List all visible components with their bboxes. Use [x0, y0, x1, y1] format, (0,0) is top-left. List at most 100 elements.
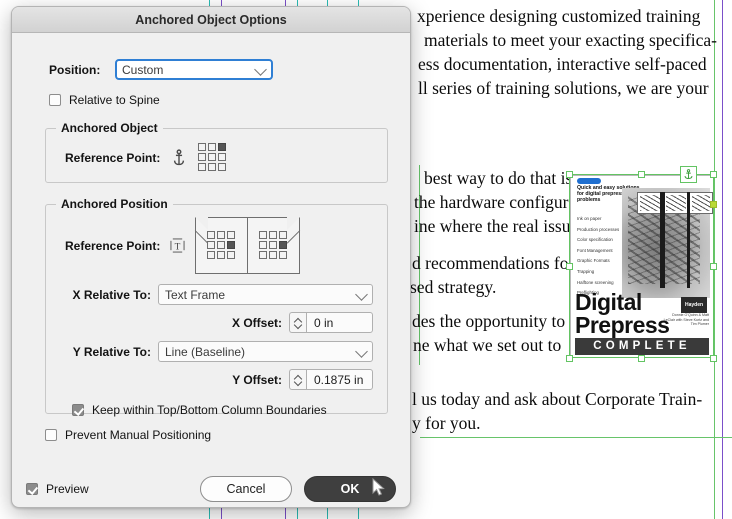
anchor-marker-icon[interactable]: [680, 166, 697, 183]
svg-text:T: T: [175, 242, 181, 252]
keep-within-checkbox[interactable]: [72, 404, 84, 416]
proxy-cell-bottom-center[interactable]: [268, 251, 277, 259]
proxy-page-left[interactable]: [194, 216, 249, 274]
cancel-button[interactable]: Cancel: [200, 476, 292, 502]
cover-strip: [660, 192, 665, 288]
x-relative-to-select[interactable]: Text Frame: [158, 284, 373, 305]
proxy-cell-middle-left[interactable]: [198, 153, 207, 161]
document-line: ess documentation, interactive self-pace…: [418, 54, 707, 74]
x-offset-input[interactable]: 0 in: [306, 312, 373, 333]
anchor-icon: [172, 148, 186, 167]
prevent-manual-row[interactable]: Prevent Manual Positioning: [45, 428, 396, 442]
relative-to-spine-label: Relative to Spine: [69, 93, 160, 107]
proxy-cell-bottom-left[interactable]: [198, 163, 207, 171]
anchored-position-reference-point-label: Reference Point:: [65, 238, 161, 253]
anchored-position-spread-proxy[interactable]: [194, 216, 301, 274]
dialog-footer: Preview Cancel OK: [26, 476, 396, 502]
book-cover-image[interactable]: Quick and easy solutions for digital pre…: [570, 175, 714, 358]
proxy-cell-top-left[interactable]: [207, 231, 216, 239]
stepper-down-icon[interactable]: [295, 381, 302, 385]
y-relative-to-row: Y Relative To: Line (Baseline): [46, 341, 387, 362]
proxy-cell-middle-center[interactable]: [268, 241, 277, 249]
y-offset-label: Y Offset:: [232, 372, 282, 387]
left-page-proxy-grid[interactable]: [207, 231, 236, 260]
anchored-image-frame[interactable]: Quick and easy solutions for digital pre…: [566, 166, 717, 362]
proxy-cell-top-right[interactable]: [278, 231, 287, 239]
anchored-object-reference-point-label: Reference Point:: [65, 150, 161, 165]
stepper-down-icon[interactable]: [295, 324, 302, 328]
x-relative-to-value: Text Frame: [165, 287, 226, 302]
proxy-cell-top-center[interactable]: [208, 143, 217, 151]
preview-row[interactable]: Preview: [26, 482, 89, 496]
selection-handle-bottom-right[interactable]: [710, 355, 717, 362]
selection-handle-bottom-center[interactable]: [638, 355, 645, 362]
relative-to-spine-checkbox[interactable]: [49, 94, 61, 106]
keep-within-row[interactable]: Keep within Top/Bottom Column Boundaries: [72, 403, 387, 417]
x-offset-stepper[interactable]: [289, 312, 306, 333]
anchored-object-proxy-grid[interactable]: [198, 143, 227, 172]
y-relative-to-value: Line (Baseline): [165, 344, 246, 359]
selection-handle-top-right[interactable]: [710, 171, 717, 178]
proxy-cell-bottom-center[interactable]: [217, 251, 226, 259]
relative-to-spine-row[interactable]: Relative to Spine: [49, 93, 396, 107]
proxy-cell-bottom-center[interactable]: [208, 163, 217, 171]
selection-handle-top-left[interactable]: [566, 171, 573, 178]
position-select[interactable]: Custom: [115, 59, 273, 80]
proxy-cell-top-right[interactable]: [218, 143, 227, 151]
y-relative-to-select[interactable]: Line (Baseline): [158, 341, 373, 362]
preview-checkbox[interactable]: [26, 483, 38, 495]
selection-handle-middle-right-lower[interactable]: [710, 263, 717, 270]
selection-handle-bottom-left[interactable]: [566, 355, 573, 362]
anchored-object-group: Anchored Object Reference Point:: [45, 121, 388, 183]
proxy-cell-top-center[interactable]: [217, 231, 226, 239]
proxy-cell-middle-center[interactable]: [217, 241, 226, 249]
proxy-cell-bottom-right[interactable]: [278, 251, 287, 259]
proxy-cell-middle-left[interactable]: [207, 241, 216, 249]
dialog-action-buttons: Cancel OK: [200, 476, 396, 502]
dialog-title-bar[interactable]: Anchored Object Options: [12, 7, 410, 33]
proxy-cell-top-right[interactable]: [227, 231, 236, 239]
y-offset-stepper[interactable]: [289, 369, 306, 390]
ok-button[interactable]: OK: [304, 476, 396, 502]
document-line: ne what we set out to: [413, 335, 562, 355]
proxy-cell-middle-right[interactable]: [218, 153, 227, 161]
proxy-cell-bottom-left[interactable]: [258, 251, 267, 259]
selection-handle-middle-left[interactable]: [566, 263, 573, 270]
dialog-title: Anchored Object Options: [135, 12, 287, 27]
document-line: d recommendations fo: [412, 253, 569, 273]
proxy-cell-bottom-right[interactable]: [227, 251, 236, 259]
margin-guide: [722, 0, 723, 519]
document-line: the hardware configur: [414, 192, 569, 212]
chevron-down-icon: [355, 287, 368, 301]
cover-subtitle: COMPLETE: [575, 338, 709, 355]
publisher-logo: [577, 178, 601, 184]
proxy-cell-middle-left[interactable]: [258, 241, 267, 249]
y-offset-input[interactable]: 0.1875 in: [306, 369, 373, 390]
dialog-body: Position: Custom Relative to Spine Ancho…: [12, 33, 410, 502]
right-page-proxy-grid[interactable]: [258, 231, 288, 260]
anchored-position-legend: Anchored Position: [61, 197, 168, 211]
anchored-object-legend: Anchored Object: [61, 121, 158, 135]
prevent-manual-checkbox[interactable]: [45, 429, 57, 441]
selection-handle-middle-right[interactable]: [710, 201, 717, 208]
chevron-down-icon: [355, 344, 368, 358]
anchored-object-options-dialog[interactable]: Anchored Object Options Position: Custom…: [11, 6, 411, 508]
text-frame-icon: T: [170, 238, 186, 253]
page-fold-corner-icon: [287, 216, 301, 230]
proxy-cell-middle-right[interactable]: [227, 241, 236, 249]
proxy-cell-top-left[interactable]: [258, 231, 267, 239]
x-relative-to-row: X Relative To: Text Frame: [46, 284, 387, 305]
selection-handle-top-center[interactable]: [638, 171, 645, 178]
preview-label: Preview: [46, 482, 89, 496]
proxy-cell-bottom-left[interactable]: [207, 251, 216, 259]
y-relative-to-label: Y Relative To:: [72, 344, 151, 359]
document-line: sed strategy.: [410, 277, 497, 297]
proxy-cell-bottom-right[interactable]: [218, 163, 227, 171]
keep-within-label: Keep within Top/Bottom Column Boundaries: [92, 403, 327, 417]
proxy-cell-middle-center[interactable]: [208, 153, 217, 161]
position-select-value: Custom: [122, 62, 164, 77]
proxy-cell-top-center[interactable]: [268, 231, 277, 239]
proxy-cell-top-left[interactable]: [198, 143, 207, 151]
proxy-page-right[interactable]: [246, 216, 301, 274]
chevron-down-icon: [254, 62, 267, 76]
